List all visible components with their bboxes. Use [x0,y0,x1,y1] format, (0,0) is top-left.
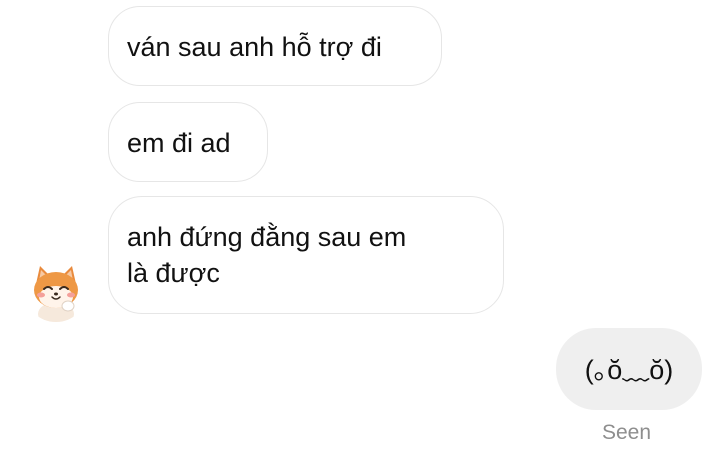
chat-thread: ván sau anh hỗ trợ đi em đi ad anh đứng … [0,0,720,464]
incoming-message-bubble[interactable]: em đi ad [108,102,268,182]
shiba-dog-avatar-icon [34,266,78,322]
seen-status-label: Seen [602,421,652,444]
incoming-message-bubble[interactable]: anh đứng đằng sau em là được [108,196,504,314]
incoming-message-bubble[interactable]: ván sau anh hỗ trợ đi [108,6,442,86]
outgoing-message-bubble[interactable]: (｡ŏ﹏ŏ) [556,328,702,410]
sender-avatar[interactable] [24,258,88,322]
